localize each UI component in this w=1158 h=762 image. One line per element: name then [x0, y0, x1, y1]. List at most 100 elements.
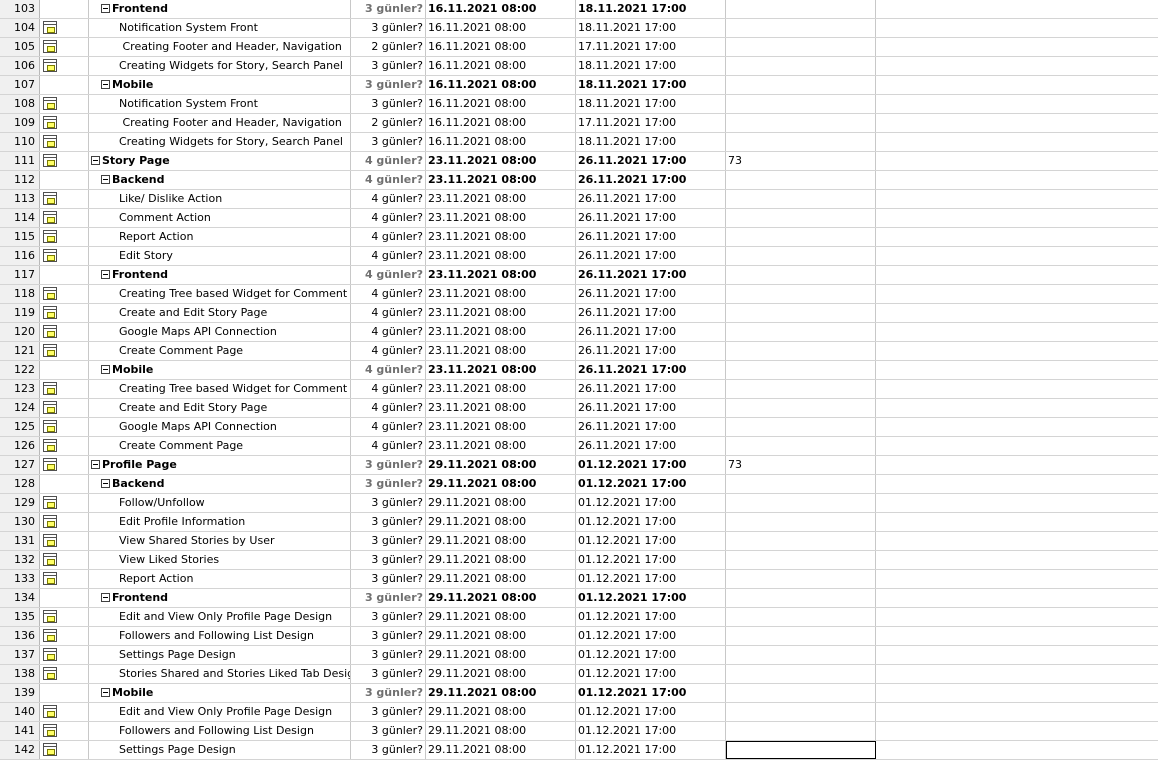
finish-cell[interactable]: 01.12.2021 17:00: [576, 589, 726, 607]
finish-cell[interactable]: 18.11.2021 17:00: [576, 95, 726, 113]
duration-cell[interactable]: 2 günler?: [351, 114, 426, 132]
collapse-toggle-icon[interactable]: [101, 3, 110, 13]
row-id[interactable]: 124: [0, 399, 40, 417]
duration-cell[interactable]: 3 günler?: [351, 76, 426, 94]
start-cell[interactable]: 23.11.2021 08:00: [426, 380, 576, 398]
task-name[interactable]: Edit and View Only Profile Page Design: [89, 608, 351, 626]
task-name[interactable]: View Shared Stories by User: [89, 532, 351, 550]
task-name[interactable]: Followers and Following List Design: [89, 627, 351, 645]
row-id[interactable]: 136: [0, 627, 40, 645]
task-name[interactable]: Create Comment Page: [89, 437, 351, 455]
task-row[interactable]: 114 Comment Action 4 günler? 23.11.2021 08:…: [0, 209, 1158, 228]
start-cell[interactable]: 29.11.2021 08:00: [426, 665, 576, 683]
predecessors-cell[interactable]: [726, 323, 876, 341]
duration-cell[interactable]: 4 günler?: [351, 361, 426, 379]
task-row[interactable]: 128 Backend 3 günler? 29.11.2021 08:00 01.12…: [0, 475, 1158, 494]
predecessors-cell[interactable]: [726, 703, 876, 721]
row-id[interactable]: 142: [0, 741, 40, 759]
task-name[interactable]: Comment Action: [89, 209, 351, 227]
start-cell[interactable]: 23.11.2021 08:00: [426, 171, 576, 189]
start-cell[interactable]: 29.11.2021 08:00: [426, 589, 576, 607]
task-row[interactable]: 120 Google Maps API Connection 4 günler? 23…: [0, 323, 1158, 342]
task-name[interactable]: Creating Widgets for Story, Search Panel: [89, 133, 351, 151]
task-name[interactable]: Frontend: [89, 266, 351, 284]
duration-cell[interactable]: 3 günler?: [351, 570, 426, 588]
finish-cell[interactable]: 26.11.2021 17:00: [576, 190, 726, 208]
start-cell[interactable]: 16.11.2021 08:00: [426, 19, 576, 37]
task-name[interactable]: Edit Profile Information: [89, 513, 351, 531]
predecessors-cell[interactable]: [726, 399, 876, 417]
finish-cell[interactable]: 01.12.2021 17:00: [576, 456, 726, 474]
row-id[interactable]: 109: [0, 114, 40, 132]
row-id[interactable]: 104: [0, 19, 40, 37]
predecessors-cell[interactable]: [726, 513, 876, 531]
task-name[interactable]: Report Action: [89, 570, 351, 588]
duration-cell[interactable]: 3 günler?: [351, 133, 426, 151]
duration-cell[interactable]: 4 günler?: [351, 285, 426, 303]
finish-cell[interactable]: 26.11.2021 17:00: [576, 247, 726, 265]
start-cell[interactable]: 16.11.2021 08:00: [426, 0, 576, 18]
predecessors-cell[interactable]: [726, 741, 876, 759]
task-name[interactable]: Backend: [89, 475, 351, 493]
task-row[interactable]: 137 Settings Page Design 3 günler? 29.11.20…: [0, 646, 1158, 665]
task-name[interactable]: Like/ Dislike Action: [89, 190, 351, 208]
row-id[interactable]: 138: [0, 665, 40, 683]
row-id[interactable]: 115: [0, 228, 40, 246]
finish-cell[interactable]: 18.11.2021 17:00: [576, 0, 726, 18]
collapse-toggle-icon[interactable]: [101, 269, 110, 279]
duration-cell[interactable]: 3 günler?: [351, 19, 426, 37]
predecessors-cell[interactable]: [726, 361, 876, 379]
row-id[interactable]: 130: [0, 513, 40, 531]
task-row[interactable]: 105 Creating Footer and Header, Navigati…: [0, 38, 1158, 57]
finish-cell[interactable]: 01.12.2021 17:00: [576, 684, 726, 702]
predecessors-cell[interactable]: [726, 95, 876, 113]
task-name[interactable]: Mobile: [89, 361, 351, 379]
task-row[interactable]: 131 View Shared Stories by User 3 günler? 2…: [0, 532, 1158, 551]
predecessors-cell[interactable]: [726, 532, 876, 550]
task-name[interactable]: Stories Shared and Stories Liked Tab Des…: [89, 665, 351, 683]
finish-cell[interactable]: 17.11.2021 17:00: [576, 38, 726, 56]
row-id[interactable]: 141: [0, 722, 40, 740]
row-id[interactable]: 114: [0, 209, 40, 227]
start-cell[interactable]: 16.11.2021 08:00: [426, 133, 576, 151]
task-name[interactable]: Edit Story: [89, 247, 351, 265]
finish-cell[interactable]: 01.12.2021 17:00: [576, 494, 726, 512]
finish-cell[interactable]: 26.11.2021 17:00: [576, 228, 726, 246]
start-cell[interactable]: 23.11.2021 08:00: [426, 190, 576, 208]
row-id[interactable]: 132: [0, 551, 40, 569]
predecessors-cell[interactable]: [726, 114, 876, 132]
task-name[interactable]: Backend: [89, 171, 351, 189]
collapse-toggle-icon[interactable]: [101, 478, 110, 488]
row-id[interactable]: 134: [0, 589, 40, 607]
duration-cell[interactable]: 4 günler?: [351, 418, 426, 436]
start-cell[interactable]: 23.11.2021 08:00: [426, 152, 576, 170]
task-row[interactable]: 119 Create and Edit Story Page 4 günler? 23…: [0, 304, 1158, 323]
predecessors-cell[interactable]: [726, 570, 876, 588]
start-cell[interactable]: 23.11.2021 08:00: [426, 342, 576, 360]
predecessors-cell[interactable]: [726, 133, 876, 151]
task-row[interactable]: 129 Follow/Unfollow 3 günler? 29.11.2021 08…: [0, 494, 1158, 513]
duration-cell[interactable]: 3 günler?: [351, 646, 426, 664]
task-row[interactable]: 138 Stories Shared and Stories Liked Tab …: [0, 665, 1158, 684]
duration-cell[interactable]: 4 günler?: [351, 266, 426, 284]
duration-cell[interactable]: 3 günler?: [351, 703, 426, 721]
duration-cell[interactable]: 3 günler?: [351, 722, 426, 740]
start-cell[interactable]: 16.11.2021 08:00: [426, 114, 576, 132]
predecessors-cell[interactable]: [726, 57, 876, 75]
predecessors-cell[interactable]: [726, 304, 876, 322]
start-cell[interactable]: 29.11.2021 08:00: [426, 513, 576, 531]
finish-cell[interactable]: 18.11.2021 17:00: [576, 133, 726, 151]
task-name[interactable]: Create Comment Page: [89, 342, 351, 360]
duration-cell[interactable]: 4 günler?: [351, 399, 426, 417]
duration-cell[interactable]: 2 günler?: [351, 38, 426, 56]
finish-cell[interactable]: 26.11.2021 17:00: [576, 342, 726, 360]
finish-cell[interactable]: 17.11.2021 17:00: [576, 114, 726, 132]
finish-cell[interactable]: 01.12.2021 17:00: [576, 646, 726, 664]
start-cell[interactable]: 23.11.2021 08:00: [426, 361, 576, 379]
duration-cell[interactable]: 3 günler?: [351, 513, 426, 531]
start-cell[interactable]: 23.11.2021 08:00: [426, 418, 576, 436]
predecessors-cell[interactable]: [726, 380, 876, 398]
predecessors-cell[interactable]: [726, 209, 876, 227]
task-row[interactable]: 113 Like/ Dislike Action 4 günler? 23.11.20…: [0, 190, 1158, 209]
collapse-toggle-icon[interactable]: [101, 592, 110, 602]
